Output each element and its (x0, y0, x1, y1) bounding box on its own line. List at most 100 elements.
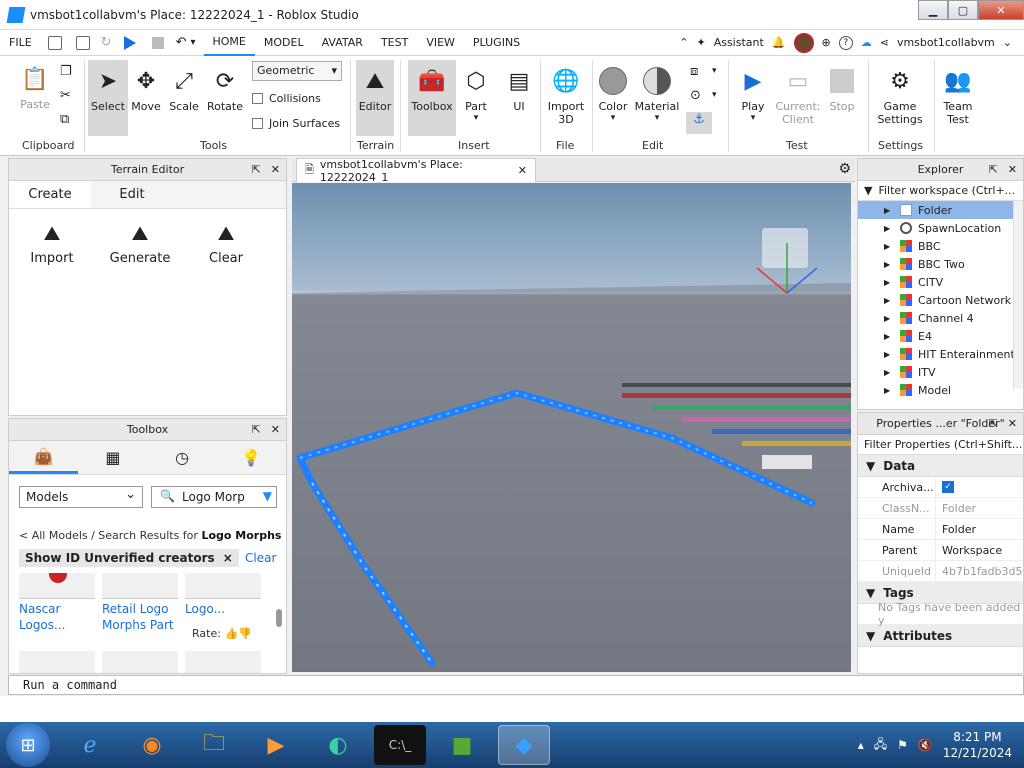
terrain-editor-button[interactable]: ⛰ Editor (356, 60, 394, 136)
color-button[interactable]: Color ▾ (594, 66, 632, 123)
thumbs-down-icon[interactable]: 👎 (238, 627, 252, 640)
expand-arrow-icon[interactable]: ▶ (884, 242, 894, 251)
import-3d-button[interactable]: 🌐 Import 3D (544, 66, 588, 127)
terrain-clear-button[interactable]: ⛰ Clear (191, 221, 261, 266)
team-test-button[interactable]: 👥 Team Test (938, 66, 978, 127)
cloud-icon[interactable]: ☁ (861, 36, 872, 49)
tree-item-channel-4[interactable]: ▶ Channel 4 (858, 309, 1023, 327)
media-player-icon[interactable]: ▶ (250, 725, 302, 765)
redo-small-icon[interactable]: ↻ (101, 35, 112, 50)
cut-icon[interactable]: ✂ (60, 88, 71, 103)
tree-item-itv[interactable]: ▶ ITV (858, 363, 1023, 381)
data-section-header[interactable]: ▼ Data (858, 455, 1023, 477)
asset-thumbnail[interactable] (185, 651, 261, 673)
move-button[interactable]: ✥ Move (128, 66, 164, 114)
toolbox-undock-icon[interactable]: ⇱ (252, 423, 261, 436)
ui-button[interactable]: ▤ UI (502, 66, 536, 114)
expand-arrow-icon[interactable]: ▶ (884, 224, 894, 233)
flag-icon[interactable]: ⚑ (897, 738, 908, 752)
undo-dropdown-icon[interactable]: ▾ (190, 37, 195, 48)
tray-arrow-icon[interactable]: ▴ (858, 738, 864, 752)
attributes-section-header[interactable]: ▼ Attributes (858, 625, 1023, 647)
collisions-toggle[interactable]: Collisions (252, 92, 321, 105)
file-menu[interactable]: FILE (0, 30, 41, 56)
expand-arrow-icon[interactable]: ▶ (884, 350, 894, 359)
asset-logo[interactable]: Logo... (185, 601, 265, 617)
panel-close-icon[interactable]: ✕ (271, 163, 280, 176)
undo-icon[interactable]: ↶ (176, 35, 187, 50)
properties-undock-icon[interactable]: ⇱ (989, 417, 998, 430)
tree-item-hit-enterainment[interactable]: ▶ HIT Enterainment (858, 345, 1023, 363)
marketplace-tab[interactable]: 👜 (9, 441, 79, 474)
collisions-checkbox[interactable] (252, 93, 263, 104)
property-parent[interactable]: Parent Workspace (858, 540, 1023, 561)
anchor-icon[interactable]: ⚓ (686, 112, 712, 134)
properties-close-icon[interactable]: ✕ (1008, 417, 1017, 430)
tree-item-cartoon-network[interactable]: ▶ Cartoon Network (858, 291, 1023, 309)
tree-item-bbc[interactable]: ▶ BBC (858, 237, 1023, 255)
filter-icon[interactable]: ▼ (263, 489, 272, 503)
quick-stop-icon[interactable] (151, 36, 164, 49)
select-button[interactable]: ➤ Select (88, 60, 128, 136)
expand-arrow-icon[interactable]: ▶ (884, 314, 894, 323)
tree-item-folder[interactable]: ▶ Folder (858, 201, 1023, 219)
asset-retail-logo[interactable]: Retail Logo Morphs Part (102, 601, 182, 633)
tab-close-icon[interactable]: ✕ (518, 164, 527, 177)
tree-item-spawnlocation[interactable]: ▶ SpawnLocation (858, 219, 1023, 237)
asset-thumbnail[interactable] (102, 573, 178, 599)
tab-view[interactable]: VIEW (417, 30, 464, 56)
paste-button[interactable]: 📋 Paste (14, 64, 56, 112)
filter-chip[interactable]: Show ID Unverified creators × (19, 549, 239, 567)
toolbox-button[interactable]: 🧰 Toolbox (408, 60, 456, 136)
tree-item-citv[interactable]: ▶ CITV (858, 273, 1023, 291)
explorer-scrollbar[interactable] (1013, 201, 1023, 389)
expand-arrow-icon[interactable]: ▶ (884, 206, 894, 215)
command-prompt-icon[interactable]: C:\_ (374, 725, 426, 765)
minimize-button[interactable]: ▁ (918, 0, 948, 20)
start-button[interactable]: ⊞ (6, 723, 50, 767)
new-file-icon[interactable] (47, 35, 62, 50)
expand-arrow-icon[interactable]: ▶ (884, 278, 894, 287)
undock-icon[interactable]: ⇱ (252, 163, 261, 176)
close-button[interactable]: ✕ (978, 0, 1024, 20)
tab-avatar[interactable]: AVATAR (313, 30, 372, 56)
help-icon[interactable]: ? (838, 35, 853, 50)
archivable-checkbox[interactable]: ✓ (942, 481, 954, 493)
copy-icon[interactable]: ❐ (60, 64, 72, 79)
network-icon[interactable]: 🖧 (874, 735, 887, 756)
lock-dropdown-icon[interactable]: ▾ (712, 90, 717, 100)
category-dropdown[interactable]: Models (19, 486, 143, 508)
chip-close-icon[interactable]: × (223, 551, 233, 565)
asset-thumbnail[interactable] (102, 651, 178, 673)
volume-icon[interactable]: 🔇 (918, 738, 933, 752)
tab-plugins[interactable]: PLUGINS (464, 30, 529, 56)
viewport-settings-icon[interactable]: ⚙ (838, 161, 851, 177)
asset-nascar-logos[interactable]: Nascar Logos... (19, 601, 99, 633)
game-settings-button[interactable]: ⚙ Game Settings (872, 66, 928, 127)
recent-tab[interactable]: ◷ (148, 441, 217, 474)
place-document-tab[interactable]: 🗎 vmsbot1collabvm's Place: 12222024_1 ✕ (296, 158, 536, 184)
asset-thumbnail[interactable] (185, 573, 261, 599)
explorer-filter-input[interactable]: ▼ Filter workspace (Ctrl+... (858, 181, 1023, 201)
transform-mode-select[interactable]: Geometric (252, 61, 342, 81)
command-bar-input[interactable]: Run a command (8, 675, 1024, 695)
expand-arrow-icon[interactable]: ▶ (884, 332, 894, 341)
share-icon[interactable]: ⋖ (880, 36, 889, 49)
stop-button[interactable]: Stop (824, 66, 860, 113)
internet-explorer-icon[interactable]: ℯ (64, 725, 116, 765)
tree-item-bbc-two[interactable]: ▶ BBC Two (858, 255, 1023, 273)
notifications-icon[interactable]: 🔔 (772, 36, 786, 49)
assistant-button[interactable]: Assistant (714, 36, 764, 49)
play-button[interactable]: ▶ Play ▾ (734, 66, 772, 124)
rotate-button[interactable]: ⟳ Rotate (204, 66, 246, 114)
file-explorer-icon[interactable]: 🗀 (188, 725, 240, 765)
clock[interactable]: 8:21 PM 12/21/2024 (943, 729, 1012, 761)
group-dropdown-icon[interactable]: ▾ (712, 66, 717, 76)
creations-tab[interactable]: 💡 (217, 441, 286, 474)
firefox-icon[interactable]: ◉ (126, 725, 178, 765)
tab-edit[interactable]: Edit (91, 181, 173, 208)
breadcrumb[interactable]: < All Models / Search Results for Logo M… (19, 529, 281, 542)
clear-filters-link[interactable]: Clear (245, 551, 276, 565)
tree-item-model[interactable]: ▶ Model (858, 381, 1023, 399)
inventory-tab[interactable]: ▦ (78, 441, 147, 474)
